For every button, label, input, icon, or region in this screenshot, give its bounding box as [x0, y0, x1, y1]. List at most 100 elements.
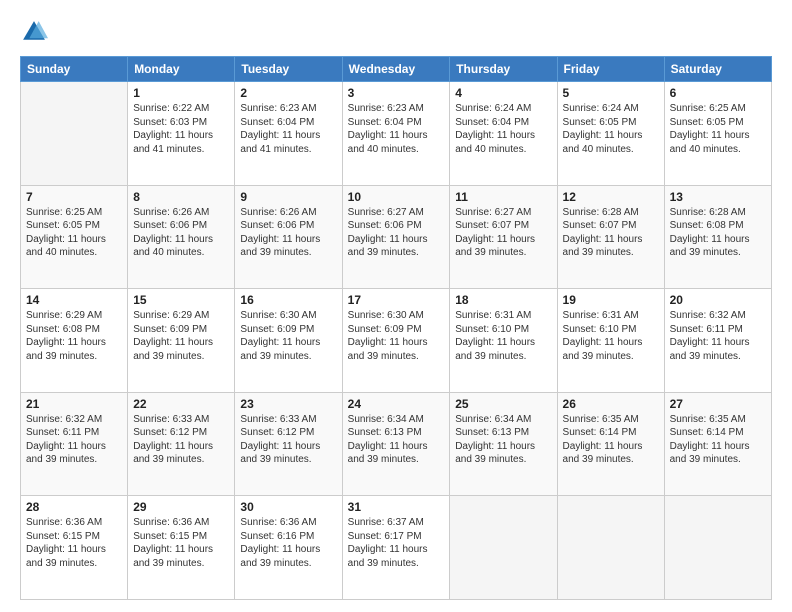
day-number: 12 [563, 190, 659, 204]
day-number: 4 [455, 86, 551, 100]
day-info: Sunrise: 6:31 AMSunset: 6:10 PMDaylight:… [563, 309, 659, 363]
day-info: Sunrise: 6:29 AMSunset: 6:08 PMDaylight:… [26, 309, 122, 363]
calendar-cell: 14 Sunrise: 6:29 AMSunset: 6:08 PMDayligh… [21, 289, 128, 393]
calendar-cell: 18Sunrise: 6:31 AMSunset: 6:10 PMDayligh… [450, 289, 557, 393]
day-number: 26 [563, 397, 659, 411]
calendar-cell [664, 496, 771, 600]
day-number: 24 [348, 397, 445, 411]
day-number: 31 [348, 500, 445, 514]
day-number: 7 [26, 190, 122, 204]
day-number: 23 [240, 397, 336, 411]
day-info: Sunrise: 6:26 AMSunset: 6:06 PMDaylight:… [133, 206, 229, 260]
day-info: Sunrise: 6:35 AMSunset: 6:14 PMDaylight:… [670, 413, 766, 467]
day-info: Sunrise: 6:30 AMSunset: 6:09 PMDaylight:… [240, 309, 336, 363]
day-info: Sunrise: 6:34 AMSunset: 6:13 PMDaylight:… [455, 413, 551, 467]
day-info: Sunrise: 6:29 AMSunset: 6:09 PMDaylight:… [133, 309, 229, 363]
day-number: 30 [240, 500, 336, 514]
calendar-cell: 19 Sunrise: 6:31 AMSunset: 6:10 PMDayligh… [557, 289, 664, 393]
calendar-cell: 26 Sunrise: 6:35 AMSunset: 6:14 PMDayligh… [557, 392, 664, 496]
day-number: 27 [670, 397, 766, 411]
day-info: Sunrise: 6:28 AMSunset: 6:08 PMDaylight:… [670, 206, 766, 260]
day-info: Sunrise: 6:36 AMSunset: 6:15 PMDaylight:… [133, 516, 229, 570]
calendar-cell: 25 Sunrise: 6:34 AMSunset: 6:13 PMDayligh… [450, 392, 557, 496]
day-number: 22 [133, 397, 229, 411]
day-number: 21 [26, 397, 122, 411]
calendar-cell: 16 Sunrise: 6:30 AMSunset: 6:09 PMDayligh… [235, 289, 342, 393]
logo [20, 18, 52, 46]
calendar-cell: 4 Sunrise: 6:24 AMSunset: 6:04 PMDaylight… [450, 82, 557, 186]
day-number: 3 [348, 86, 445, 100]
calendar-header-friday: Friday [557, 57, 664, 82]
day-info: Sunrise: 6:32 AMSunset: 6:11 PMDaylight:… [670, 309, 766, 363]
day-info: Sunrise: 6:27 AMSunset: 6:06 PMDaylight:… [348, 206, 445, 260]
header [20, 18, 772, 46]
day-info: Sunrise: 6:23 AMSunset: 6:04 PMDaylight:… [240, 102, 336, 156]
calendar-header-tuesday: Tuesday [235, 57, 342, 82]
day-info: Sunrise: 6:25 AMSunset: 6:05 PMDaylight:… [26, 206, 122, 260]
calendar-header-thursday: Thursday [450, 57, 557, 82]
day-number: 15 [133, 293, 229, 307]
calendar-cell: 20 Sunrise: 6:32 AMSunset: 6:11 PMDayligh… [664, 289, 771, 393]
calendar-week-2: 7 Sunrise: 6:25 AMSunset: 6:05 PMDaylight… [21, 185, 772, 289]
calendar-cell: 8 Sunrise: 6:26 AMSunset: 6:06 PMDaylight… [128, 185, 235, 289]
calendar-header-sunday: Sunday [21, 57, 128, 82]
calendar-cell: 23 Sunrise: 6:33 AMSunset: 6:12 PMDayligh… [235, 392, 342, 496]
calendar-cell [557, 496, 664, 600]
day-number: 5 [563, 86, 659, 100]
calendar-cell: 15 Sunrise: 6:29 AMSunset: 6:09 PMDayligh… [128, 289, 235, 393]
day-info: Sunrise: 6:28 AMSunset: 6:07 PMDaylight:… [563, 206, 659, 260]
calendar-cell: 9 Sunrise: 6:26 AMSunset: 6:06 PMDaylight… [235, 185, 342, 289]
calendar-cell: 5 Sunrise: 6:24 AMSunset: 6:05 PMDaylight… [557, 82, 664, 186]
day-info: Sunrise: 6:30 AMSunset: 6:09 PMDaylight:… [348, 309, 445, 363]
day-info: Sunrise: 6:32 AMSunset: 6:11 PMDaylight:… [26, 413, 122, 467]
calendar-week-5: 28 Sunrise: 6:36 AMSunset: 6:15 PMDayligh… [21, 496, 772, 600]
calendar-cell: 17 Sunrise: 6:30 AMSunset: 6:09 PMDayligh… [342, 289, 450, 393]
calendar-cell: 10 Sunrise: 6:27 AMSunset: 6:06 PMDayligh… [342, 185, 450, 289]
day-number: 8 [133, 190, 229, 204]
day-number: 9 [240, 190, 336, 204]
day-number: 25 [455, 397, 551, 411]
day-info: Sunrise: 6:35 AMSunset: 6:14 PMDaylight:… [563, 413, 659, 467]
day-info: Sunrise: 6:33 AMSunset: 6:12 PMDaylight:… [240, 413, 336, 467]
calendar-header-row: SundayMondayTuesdayWednesdayThursdayFrid… [21, 57, 772, 82]
day-number: 20 [670, 293, 766, 307]
calendar-header-saturday: Saturday [664, 57, 771, 82]
calendar-header-wednesday: Wednesday [342, 57, 450, 82]
day-info: Sunrise: 6:34 AMSunset: 6:13 PMDaylight:… [348, 413, 445, 467]
calendar-cell: 21 Sunrise: 6:32 AMSunset: 6:11 PMDayligh… [21, 392, 128, 496]
day-number: 17 [348, 293, 445, 307]
day-info: Sunrise: 6:23 AMSunset: 6:04 PMDaylight:… [348, 102, 445, 156]
day-number: 10 [348, 190, 445, 204]
calendar-cell: 30Sunrise: 6:36 AMSunset: 6:16 PMDayligh… [235, 496, 342, 600]
calendar-cell: 1Sunrise: 6:22 AMSunset: 6:03 PMDaylight… [128, 82, 235, 186]
calendar-week-1: 1Sunrise: 6:22 AMSunset: 6:03 PMDaylight… [21, 82, 772, 186]
calendar-cell: 29 Sunrise: 6:36 AMSunset: 6:15 PMDayligh… [128, 496, 235, 600]
calendar-table: SundayMondayTuesdayWednesdayThursdayFrid… [20, 56, 772, 600]
day-number: 19 [563, 293, 659, 307]
day-info: Sunrise: 6:24 AMSunset: 6:05 PMDaylight:… [563, 102, 659, 156]
calendar-cell [21, 82, 128, 186]
calendar-cell: 2 Sunrise: 6:23 AMSunset: 6:04 PMDaylight… [235, 82, 342, 186]
day-number: 28 [26, 500, 122, 514]
calendar-cell: 22Sunrise: 6:33 AMSunset: 6:12 PMDayligh… [128, 392, 235, 496]
day-number: 2 [240, 86, 336, 100]
day-number: 1 [133, 86, 229, 100]
calendar-cell: 28 Sunrise: 6:36 AMSunset: 6:15 PMDayligh… [21, 496, 128, 600]
day-info: Sunrise: 6:27 AMSunset: 6:07 PMDaylight:… [455, 206, 551, 260]
calendar-cell: 11 Sunrise: 6:27 AMSunset: 6:07 PMDayligh… [450, 185, 557, 289]
day-info: Sunrise: 6:26 AMSunset: 6:06 PMDaylight:… [240, 206, 336, 260]
day-number: 16 [240, 293, 336, 307]
calendar-cell: 6Sunrise: 6:25 AMSunset: 6:05 PMDaylight… [664, 82, 771, 186]
day-number: 13 [670, 190, 766, 204]
day-info: Sunrise: 6:31 AMSunset: 6:10 PMDaylight:… [455, 309, 551, 363]
day-info: Sunrise: 6:36 AMSunset: 6:15 PMDaylight:… [26, 516, 122, 570]
calendar-header-monday: Monday [128, 57, 235, 82]
page: SundayMondayTuesdayWednesdayThursdayFrid… [0, 0, 792, 612]
day-number: 14 [26, 293, 122, 307]
day-info: Sunrise: 6:25 AMSunset: 6:05 PMDaylight:… [670, 102, 766, 156]
day-info: Sunrise: 6:24 AMSunset: 6:04 PMDaylight:… [455, 102, 551, 156]
day-number: 29 [133, 500, 229, 514]
calendar-cell: 12 Sunrise: 6:28 AMSunset: 6:07 PMDayligh… [557, 185, 664, 289]
day-number: 11 [455, 190, 551, 204]
day-info: Sunrise: 6:37 AMSunset: 6:17 PMDaylight:… [348, 516, 445, 570]
